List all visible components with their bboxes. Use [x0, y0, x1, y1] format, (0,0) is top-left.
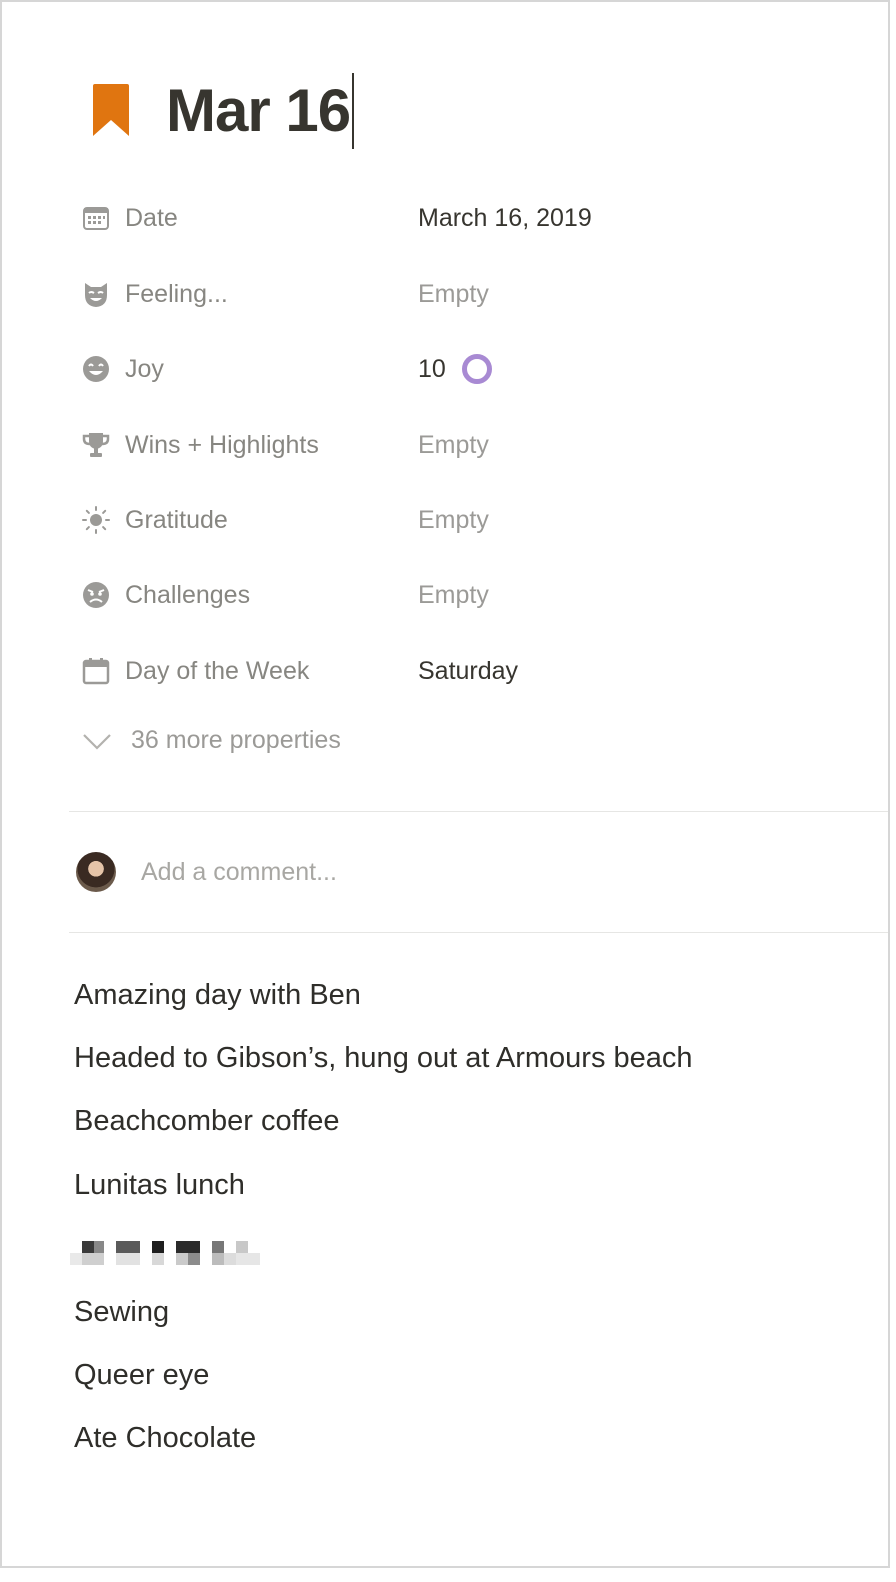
text-block[interactable]: Queer eye	[74, 1355, 209, 1395]
bookmark-icon[interactable]	[92, 82, 130, 138]
property-name[interactable]: Day of the Week	[80, 655, 418, 687]
property-value[interactable]: 10	[418, 354, 492, 384]
property-label: Date	[125, 203, 178, 232]
property-name[interactable]: Gratitude	[80, 504, 418, 536]
property-row-joy[interactable]: Joy 10	[80, 349, 492, 389]
more-properties-toggle[interactable]: 36 more properties	[80, 726, 341, 755]
text-block[interactable]: Headed to Gibson’s, hung out at Armours …	[74, 1038, 693, 1078]
divider	[69, 811, 888, 812]
property-label: Wins + Highlights	[125, 430, 319, 459]
property-row-feeling[interactable]: Feeling... Empty	[80, 274, 489, 314]
page-title[interactable]: Mar 16	[166, 72, 355, 150]
text-block[interactable]: Ate Chocolate	[74, 1418, 256, 1458]
text-block[interactable]: Lunitas lunch	[74, 1165, 245, 1205]
smile-icon	[80, 353, 112, 385]
chevron-down-icon	[83, 733, 111, 750]
property-value[interactable]: Saturday	[418, 657, 518, 686]
sun-icon	[80, 504, 112, 536]
calendar-icon	[80, 655, 112, 687]
calendar-grid-icon	[80, 202, 112, 234]
property-name[interactable]: Challenges	[80, 579, 418, 611]
property-name[interactable]: Date	[80, 202, 418, 234]
property-value[interactable]: March 16, 2019	[418, 204, 592, 233]
comment-input[interactable]	[141, 857, 541, 887]
property-row-day-of-week[interactable]: Day of the Week Saturday	[80, 651, 518, 691]
property-value[interactable]: Empty	[418, 280, 489, 309]
property-label: Joy	[125, 354, 164, 383]
property-label: Feeling...	[125, 279, 228, 308]
redacted-text-block	[70, 1241, 262, 1265]
joy-value: 10	[418, 354, 446, 383]
property-row-date[interactable]: Date March 16, 2019	[80, 198, 592, 238]
property-row-challenges[interactable]: Challenges Empty	[80, 575, 489, 615]
property-label: Day of the Week	[125, 656, 310, 685]
comment-row[interactable]	[76, 852, 541, 892]
page-title-text[interactable]: Mar 16	[166, 72, 351, 150]
property-label: Challenges	[125, 580, 251, 609]
text-block[interactable]: Beachcomber coffee	[74, 1101, 339, 1141]
text-block[interactable]: Amazing day with Ben	[74, 975, 361, 1015]
divider	[69, 932, 888, 933]
property-label: Gratitude	[125, 505, 228, 534]
mask-icon	[80, 278, 112, 310]
property-row-wins[interactable]: Wins + Highlights Empty	[80, 425, 489, 465]
trophy-icon	[80, 429, 112, 461]
progress-ring-icon	[461, 354, 492, 384]
text-block[interactable]: Sewing	[74, 1292, 169, 1332]
angry-face-icon	[80, 579, 112, 611]
page-frame: Mar 16 Date March 16, 2019 Feeling... Em…	[0, 0, 890, 1568]
property-value[interactable]: Empty	[418, 506, 489, 535]
property-value[interactable]: Empty	[418, 431, 489, 460]
text-caret	[352, 73, 355, 149]
property-name[interactable]: Joy	[80, 353, 418, 385]
property-row-gratitude[interactable]: Gratitude Empty	[80, 500, 489, 540]
property-name[interactable]: Wins + Highlights	[80, 429, 418, 461]
more-properties-label: 36 more properties	[131, 726, 341, 754]
property-name[interactable]: Feeling...	[80, 278, 418, 310]
avatar	[76, 852, 116, 892]
property-value[interactable]: Empty	[418, 581, 489, 610]
